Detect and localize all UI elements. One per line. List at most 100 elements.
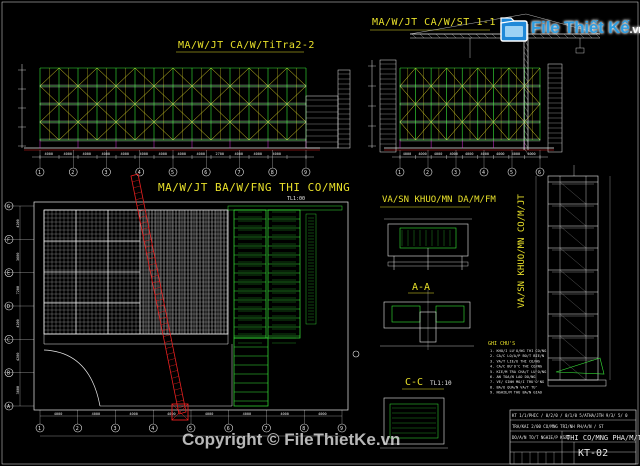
tower-brace (559, 335, 587, 359)
note-line: 3. VA/T LIE/U THI CO/NG (490, 359, 540, 363)
note-line: 7. VE/ SINH MO/I TRU'O'NG (490, 380, 544, 384)
crane-lattice (523, 45, 529, 53)
dim-value: 4000 (280, 412, 288, 416)
crane-boom-lattice (132, 179, 140, 183)
paving-edge (43, 333, 229, 345)
axis-bubble-label: 2 (426, 170, 429, 176)
crane-boom-lattice (133, 185, 141, 189)
scaffold-block (267, 209, 301, 339)
crane-jib-lattice (451, 33, 457, 39)
title-elevation-left: MA/W/JT CA/W/TiTra2-2 (178, 40, 315, 51)
axis-bubble-x-label: 1 (38, 426, 41, 432)
crane-boom-lattice (171, 376, 179, 379)
axis-bubble-label: 4 (482, 170, 485, 176)
dim-value: 4000 (129, 412, 137, 416)
axis-bubble-label: 5 (510, 170, 513, 176)
dim-value: 4000 (243, 412, 251, 416)
axis-bubble-label: 5 (171, 170, 174, 176)
crane-boom-lattice (174, 388, 182, 391)
crane-boom-lattice (135, 197, 143, 200)
crane-boom-lattice (163, 334, 171, 337)
crane-boom-lattice (169, 364, 177, 367)
note-line: 2. CA/C LO/A/P BO/T BIE/N (490, 354, 544, 358)
dim-value: 7200 (16, 286, 20, 294)
note-line: 6. AN TOA/N LAO DO/NG (490, 375, 535, 379)
cad-viewport[interactable]: 1 2 3 4 5 6 7 8 9 4000 4000 4000 4000 4000 4000 4000 400… (0, 0, 640, 466)
axis-bubble-label: 6 (204, 170, 207, 176)
section-aa-form (391, 305, 421, 323)
footing (547, 379, 607, 387)
crane-jib-lattice (411, 33, 417, 39)
elevation-left: 1 2 3 4 5 6 7 8 94000 4000 4000 4000 4000 4000 4000 400… (18, 51, 351, 177)
title-block-line3: DO/A/N TO/T NGHIE/P KSXD (512, 435, 570, 440)
dim-value: 4000 (465, 152, 473, 156)
axis-bubble-x-label: 2 (76, 426, 79, 432)
vertical-section (535, 165, 611, 387)
crane-boom-lattice (172, 382, 181, 385)
dim-value: 4200 (16, 319, 20, 327)
axis-bubble-label: 3 (105, 170, 108, 176)
dim-value: 4000 (449, 152, 457, 156)
axis-bubble-label: 7 (238, 170, 241, 176)
cad-drawing[interactable]: 1 2 3 4 5 6 7 8 9 4000 4000 4000 4000 4000 4000 4000 400… (0, 0, 640, 466)
crane-jib-lattice (427, 33, 433, 39)
axis-bubble-y-label: C (7, 337, 10, 343)
crane-jib-lattice (467, 33, 473, 39)
tower-brace (559, 247, 587, 271)
axis-bubble-x-label: 4 (151, 426, 154, 432)
dim-value: 4000 (64, 152, 72, 156)
dim-value: 4000 (481, 152, 489, 156)
site-plan: G F E D C B A 1 2 3 4 5 6 7 8 9 4000 4000 4000 4000 4000 4000… (4, 173, 360, 437)
crane-boom-lattice (156, 298, 164, 302)
crane-boom-lattice (177, 405, 185, 409)
dim-value: 4000 (121, 152, 129, 156)
beam-form (399, 227, 457, 249)
section-aa-form (435, 305, 465, 323)
note-line: 8. BA/O QUA/N VA/T TU' (490, 385, 538, 389)
axis-bubble-y-label: A (7, 404, 10, 410)
dim-value: 4000 (235, 152, 243, 156)
scaffold-strip (227, 205, 343, 211)
note-line: 5. KIE/M TRA CHA/T LU'O/NG (490, 370, 546, 374)
axis-bubble-label: 3 (454, 170, 457, 176)
crane-jib-lattice (459, 33, 465, 39)
title-section-cc-scale: TL1:10 (430, 380, 452, 387)
crane-boom-lattice (146, 251, 154, 254)
title-section-aa: A-A (412, 282, 430, 293)
note-line: 4. CA/C BU'O'C THI CO/NG (490, 365, 542, 369)
tower-brace (559, 225, 587, 249)
crane-jib-lattice (435, 33, 441, 39)
title-plan: MA/W/JT BA/W/FNG THI CO/MNG (158, 181, 350, 194)
title-block-project: THI CO/MNG PHA/M/TN (566, 434, 640, 442)
axis-bubble-label: 1 (398, 170, 401, 176)
crane-boom-lattice (158, 310, 166, 314)
dim-value: 3600 (16, 386, 20, 394)
dim-value: 4000 (167, 412, 175, 416)
title-detail-top: VA/SN KHUO/MN DA/M/FM (382, 195, 496, 205)
details (380, 206, 474, 449)
tower-outline (547, 175, 599, 381)
axis-bubble-y-label: B (7, 371, 10, 377)
marker (352, 350, 360, 358)
dim-value: 4200 (16, 353, 20, 361)
crane-jib-lattice (475, 33, 481, 39)
scaffold-block (233, 209, 267, 339)
axis-bubble-label: 6 (538, 170, 541, 176)
crane-lattice (523, 57, 529, 65)
dim-value: 4000 (403, 152, 411, 156)
tower-brace (559, 291, 587, 315)
dim-value: 4000 (159, 152, 167, 156)
tower-brace (559, 181, 587, 205)
crane-boom-lattice (166, 352, 175, 355)
logo-text: File Thiết Kế.vn (531, 18, 640, 37)
dim-value: 4000 (273, 152, 281, 156)
dim-value: 4000 (197, 152, 205, 156)
dim-value: 4000 (496, 152, 504, 156)
dim-value: 4000 (418, 152, 426, 156)
dim-value: 4000 (54, 412, 62, 416)
tower-brace (559, 203, 587, 227)
axis-bubble-y-label: D (7, 304, 10, 310)
title-section-cc: C-C (405, 377, 423, 388)
dim-value: 4000 (102, 152, 110, 156)
note-line: 9. NGHIE/M THU BA/N GIAO (490, 391, 542, 395)
